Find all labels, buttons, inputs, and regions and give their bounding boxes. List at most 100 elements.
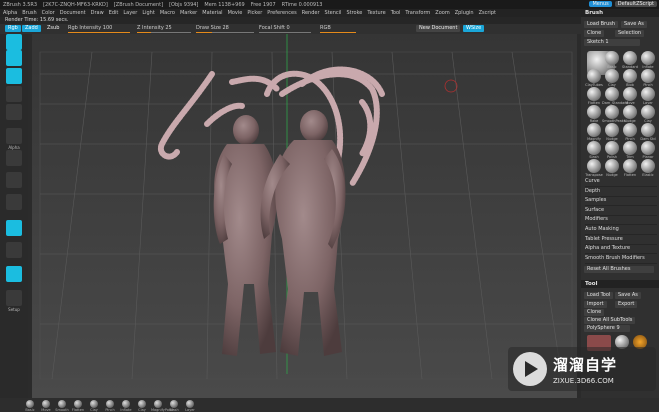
draw-tool-icon[interactable] <box>6 50 22 66</box>
clone-all-subtools-button[interactable]: Clone All SubTools <box>584 317 636 324</box>
rgb-toggle[interactable]: Rgb <box>5 25 21 32</box>
brush-thumb-icon[interactable] <box>587 123 601 137</box>
material-sphere-icon[interactable] <box>122 400 130 408</box>
menu-item[interactable]: Tool <box>391 10 401 16</box>
brush-section-6[interactable]: Tablet Pressure <box>585 235 657 245</box>
brush-thumb-icon[interactable] <box>623 69 637 83</box>
save-tool-button[interactable]: Save As <box>615 292 641 299</box>
menu-item[interactable]: Picker <box>247 10 262 16</box>
menu-item[interactable]: Edit <box>109 10 119 16</box>
save-brush-button[interactable]: Save As <box>621 21 647 28</box>
material-sphere-icon[interactable] <box>170 400 178 408</box>
default-zscript-button[interactable]: DefaultZScript <box>614 1 657 7</box>
move-tool-icon[interactable] <box>6 68 22 84</box>
menu-item[interactable]: Stroke <box>346 10 362 16</box>
brush-section-8[interactable]: Smooth Brush Modifiers <box>585 254 657 264</box>
canvas-viewport[interactable] <box>32 34 577 398</box>
wsize-button[interactable]: WSize <box>463 25 485 32</box>
brush-thumb-icon[interactable] <box>641 159 655 173</box>
brush-thumb-icon[interactable] <box>623 87 637 101</box>
menu-item[interactable]: Color <box>42 10 55 16</box>
brush-thumb-icon[interactable] <box>641 141 655 155</box>
selection-button[interactable]: Selection <box>615 30 645 37</box>
brush-thumb-icon[interactable] <box>587 87 601 101</box>
brush-thumb-icon[interactable] <box>605 105 619 119</box>
clone-tool-button[interactable]: Clone <box>584 309 605 316</box>
grid-tool-icon[interactable] <box>6 242 22 258</box>
draw-size-slider[interactable]: Draw Size 28 <box>196 25 254 33</box>
brush-thumb-icon[interactable] <box>641 51 655 65</box>
brush-thumb-icon[interactable] <box>641 105 655 119</box>
brush-panel-title[interactable]: Brush <box>581 9 659 17</box>
menu-item[interactable]: Marker <box>180 10 197 16</box>
tool-panel-title[interactable]: Tool <box>581 280 659 288</box>
export-button[interactable]: Export <box>615 301 638 308</box>
brush-thumb-icon[interactable] <box>587 105 601 119</box>
brush-section-4[interactable]: Modifiers <box>585 215 657 226</box>
load-tool-button[interactable]: Load Tool <box>584 292 614 299</box>
rgb-intensity-slider[interactable]: Rgb Intensity 100 <box>68 25 130 33</box>
brush-thumb-icon[interactable] <box>623 51 637 65</box>
menu-item[interactable]: Render <box>302 10 320 16</box>
brush-thumb-icon[interactable] <box>587 159 601 173</box>
brush-thumb-icon[interactable] <box>623 141 637 155</box>
texture-tool-icon[interactable] <box>6 172 22 188</box>
brush-thumb-icon[interactable] <box>605 141 619 155</box>
brush-thumb-icon[interactable] <box>587 141 601 155</box>
edit-tool-icon[interactable] <box>6 34 22 50</box>
material-sphere-icon[interactable] <box>154 400 162 408</box>
brush-section-2[interactable]: Samples <box>585 196 657 207</box>
brush-thumb-icon[interactable] <box>605 51 619 65</box>
scale-tool-icon[interactable] <box>6 86 22 102</box>
zadd-toggle[interactable]: Zadd <box>22 25 41 32</box>
brush-section-5[interactable]: Auto Masking <box>585 225 657 235</box>
material-sphere-icon[interactable] <box>26 400 34 408</box>
brush-thumb-icon[interactable] <box>605 159 619 173</box>
brush-thumb-icon[interactable] <box>605 123 619 137</box>
brush-thumb-icon[interactable] <box>587 69 601 83</box>
focal-shift-slider[interactable]: Focal Shift 0 <box>259 25 311 33</box>
import-button[interactable]: Import <box>584 301 607 308</box>
rgb-slider[interactable]: RGB <box>320 25 356 33</box>
alpha-tool-icon[interactable]: Alpha <box>6 128 22 150</box>
menu-item[interactable]: Layer <box>123 10 137 16</box>
menu-item[interactable]: Light <box>142 10 154 16</box>
material-sphere-icon[interactable] <box>90 400 98 408</box>
material-sphere-icon[interactable] <box>106 400 114 408</box>
material-sphere-icon[interactable] <box>58 400 66 408</box>
material-sphere-icon[interactable] <box>42 400 50 408</box>
menu-item[interactable]: Preferences <box>267 10 296 16</box>
menu-item[interactable]: Brush <box>22 10 36 16</box>
new-document-button[interactable]: New Document <box>416 25 461 32</box>
z-intensity-slider[interactable]: Z Intensity 25 <box>137 25 191 33</box>
load-brush-button[interactable]: Load Brush <box>584 21 619 28</box>
menu-item[interactable]: Transform <box>405 10 430 16</box>
brush-thumb-icon[interactable] <box>605 87 619 101</box>
menus-button[interactable]: Menus <box>589 1 612 7</box>
menu-item[interactable]: Alpha <box>3 10 17 16</box>
brush-section-0[interactable]: Curve <box>585 177 657 187</box>
menu-item[interactable]: Zplugin <box>455 10 474 16</box>
material-sphere-icon[interactable] <box>138 400 146 408</box>
brush-thumb-icon[interactable] <box>641 123 655 137</box>
brush-section-3[interactable]: Surface <box>585 206 657 216</box>
material-sphere-icon[interactable] <box>74 400 82 408</box>
rotate-tool-icon[interactable] <box>6 104 22 120</box>
brush-thumb-icon[interactable] <box>623 159 637 173</box>
brush-thumb-icon[interactable] <box>623 105 637 119</box>
reset-brushes-button[interactable]: Reset All Brushes <box>584 266 654 273</box>
material-tool-icon[interactable] <box>6 194 22 210</box>
menu-item[interactable]: Movie <box>228 10 243 16</box>
zsub-toggle[interactable]: Zsub <box>44 25 62 32</box>
brush-thumb-icon[interactable] <box>605 69 619 83</box>
setup-tool-icon[interactable]: Setup <box>6 290 22 312</box>
brush-thumb-icon[interactable] <box>623 123 637 137</box>
brush-thumb-icon[interactable] <box>641 87 655 101</box>
xyz-tool-icon[interactable] <box>6 266 22 282</box>
sketch-slider[interactable]: Sketch 1 <box>584 39 640 46</box>
clone-brush-button[interactable]: Clone <box>584 30 605 37</box>
menu-item[interactable]: Draw <box>91 10 104 16</box>
menu-item[interactable]: Texture <box>367 10 385 16</box>
brush-section-1[interactable]: Depth <box>585 187 657 197</box>
stroke-tool-icon[interactable] <box>6 150 22 166</box>
